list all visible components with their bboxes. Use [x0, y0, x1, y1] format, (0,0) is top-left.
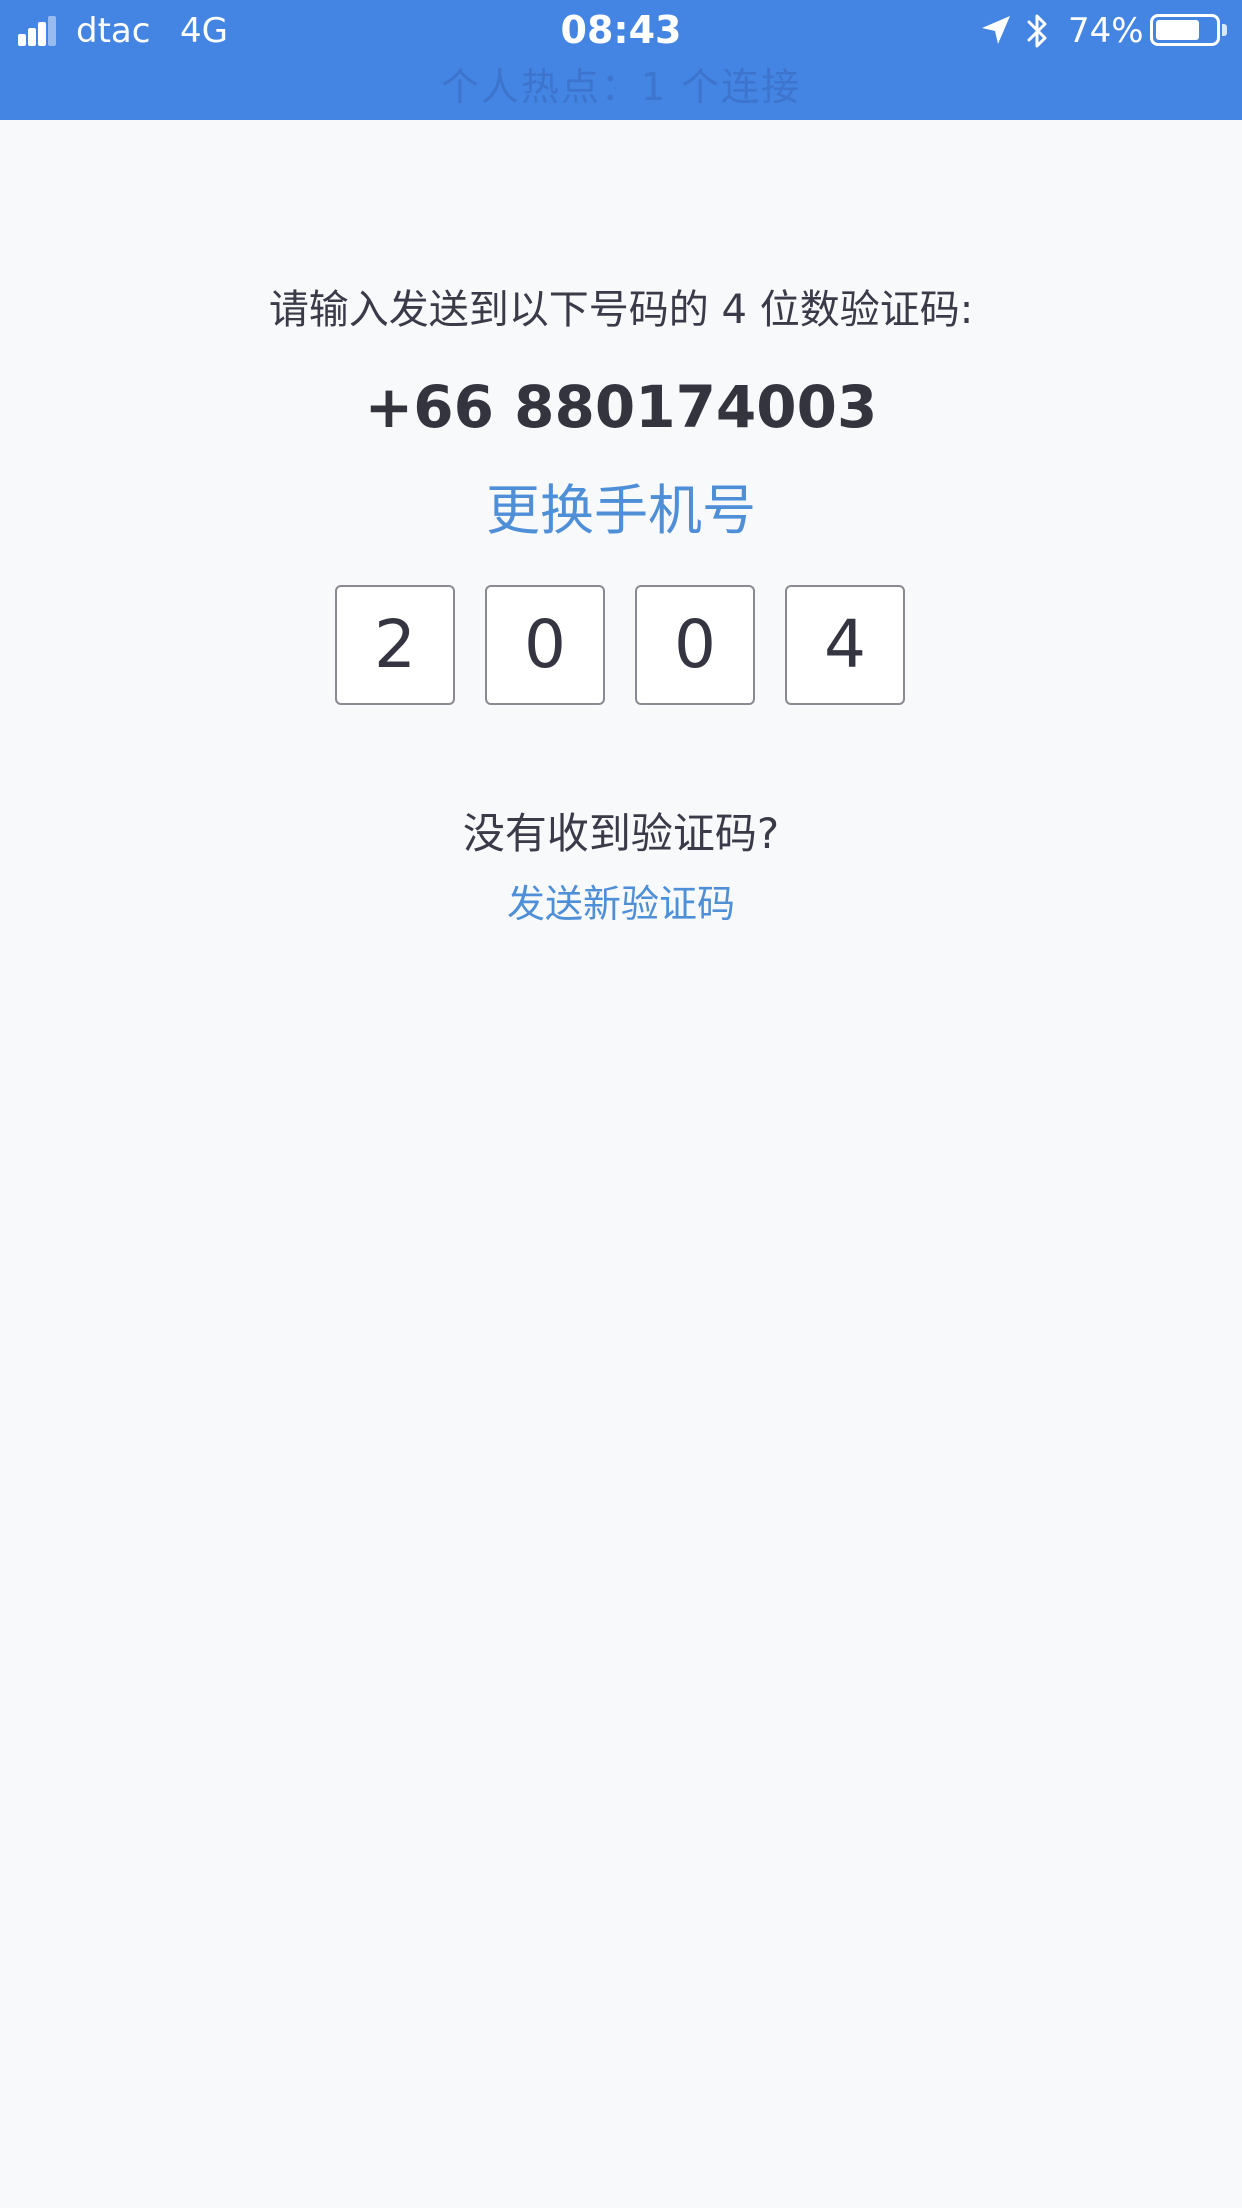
phone-number: +66 880174003 — [364, 373, 878, 441]
change-phone-number-link[interactable]: 更换手机号 — [0, 476, 1242, 546]
resend-question: 没有收到验证码? — [462, 809, 780, 858]
status-clock: 08:43 — [560, 8, 682, 52]
resend-code-link[interactable]: 发送新验证码 — [0, 876, 1242, 932]
battery-level-fill — [1156, 20, 1199, 40]
bluetooth-icon — [1027, 14, 1047, 48]
battery-terminal — [1222, 24, 1227, 36]
code-digit-1[interactable]: 2 — [335, 585, 455, 705]
location-arrow-icon — [982, 16, 1010, 44]
code-digit-4[interactable]: 4 — [785, 585, 905, 705]
personal-hotspot-banner[interactable]: 个人热点：1 个连接 — [0, 62, 1242, 112]
battery-icon — [1150, 14, 1220, 46]
code-digit-3[interactable]: 0 — [635, 585, 755, 705]
status-bar: dtac 4G 08:43 74% 个人热点：1 个连接 — [0, 0, 1242, 120]
code-digit-2[interactable]: 0 — [485, 585, 605, 705]
verification-prompt: 请输入发送到以下号码的 4 位数验证码: — [268, 287, 974, 333]
verification-code-input: 2 0 0 4 — [335, 585, 907, 707]
battery-percentage: 74% — [1068, 11, 1144, 51]
